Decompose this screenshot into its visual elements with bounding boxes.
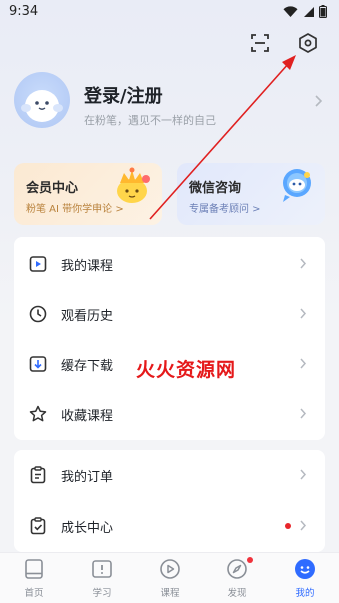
- menu-item-label: 我的订单: [61, 470, 114, 485]
- notification-dot: [285, 523, 291, 529]
- tab-home[interactable]: 首页: [4, 557, 64, 601]
- profile-face-icon: [295, 559, 315, 579]
- profile-slogan: 在粉笔，遇见不一样的自己: [84, 114, 216, 127]
- study-icon: [92, 560, 112, 578]
- course-menu-card: 我的课程 观看历史 缓存下载 收藏课程: [14, 237, 325, 440]
- chevron-right-icon: [300, 358, 307, 369]
- wifi-icon: [283, 5, 298, 17]
- account-menu-card: 我的订单 成长中心: [14, 450, 325, 552]
- growth-icon: [30, 517, 46, 535]
- wechat-consult-card[interactable]: 微信咨询 专属备考顾问 >: [177, 163, 325, 225]
- menu-item-my-courses[interactable]: 我的课程: [14, 239, 325, 289]
- video-course-icon: [29, 256, 47, 272]
- menu-item-favorite-courses[interactable]: 收藏课程: [14, 389, 325, 439]
- chevron-right-icon: [315, 95, 323, 107]
- wechat-consult-subtitle: 专属备考顾问 >: [189, 204, 261, 215]
- crown-mascot-icon: [117, 167, 150, 203]
- download-icon: [29, 356, 47, 372]
- member-center-card[interactable]: 会员中心 粉笔 AI 带你学申论 >: [14, 163, 162, 225]
- menu-item-label: 成长中心: [61, 521, 114, 536]
- bottom-tab-bar: 首页 学习 课程 发现 我的: [0, 552, 339, 603]
- notification-dot: [247, 557, 253, 563]
- chevron-right-icon: [300, 308, 307, 319]
- compass-icon: [227, 559, 247, 579]
- star-icon: [29, 405, 47, 422]
- signal-icon: [304, 6, 314, 17]
- profile-login-row[interactable]: 登录/注册 在粉笔，遇见不一样的自己: [14, 70, 325, 140]
- menu-item-label: 收藏课程: [61, 409, 114, 424]
- status-time: 9:34: [9, 4, 39, 19]
- tab-label: 课程: [160, 588, 180, 599]
- chat-mascot-icon: [283, 169, 311, 202]
- wechat-consult-title: 微信咨询: [189, 181, 242, 196]
- chevron-right-icon: [300, 469, 307, 480]
- status-icons: [283, 5, 327, 18]
- tab-label: 发现: [227, 588, 247, 599]
- chevron-right-icon: [300, 258, 307, 269]
- tab-courses[interactable]: 课程: [140, 557, 200, 601]
- clock-icon: [29, 305, 47, 323]
- avatar[interactable]: [14, 72, 70, 128]
- tab-label: 首页: [24, 588, 44, 599]
- menu-item-label: 观看历史: [61, 309, 114, 324]
- home-book-icon: [25, 559, 43, 579]
- play-course-icon: [160, 559, 180, 579]
- tab-mine[interactable]: 我的: [275, 557, 335, 601]
- menu-item-label: 缓存下载: [61, 359, 114, 374]
- settings-hexagon-icon[interactable]: [297, 32, 319, 54]
- status-bar: 9:34: [0, 0, 339, 26]
- menu-item-growth-center[interactable]: 成长中心: [14, 501, 325, 551]
- scan-icon[interactable]: [249, 32, 271, 54]
- top-actions: [249, 32, 319, 54]
- menu-item-my-orders[interactable]: 我的订单: [14, 450, 325, 500]
- mascot-avatar-icon: [21, 90, 63, 122]
- chevron-right-icon: [300, 520, 307, 531]
- tab-discover[interactable]: 发现: [207, 557, 267, 601]
- battery-icon: [319, 5, 327, 18]
- menu-item-label: 我的课程: [61, 259, 114, 274]
- menu-item-watch-history[interactable]: 观看历史: [14, 289, 325, 339]
- login-register-title[interactable]: 登录/注册: [84, 82, 163, 108]
- clipboard-icon: [30, 466, 46, 484]
- tab-label: 学习: [92, 588, 112, 599]
- watermark-text: 火火资源网: [136, 359, 237, 381]
- member-center-title: 会员中心: [26, 181, 79, 196]
- chevron-right-icon: [300, 408, 307, 419]
- tab-label: 我的: [295, 588, 315, 599]
- tab-study[interactable]: 学习: [72, 557, 132, 601]
